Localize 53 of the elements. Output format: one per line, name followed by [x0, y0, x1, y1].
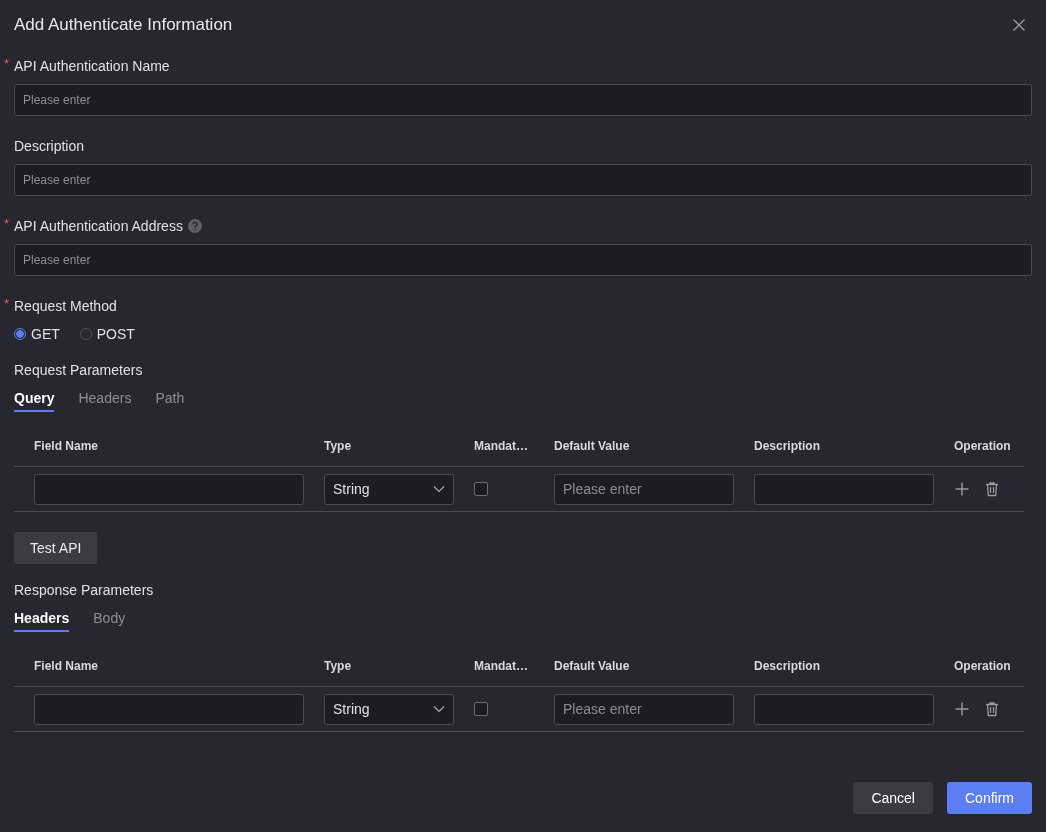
tab[interactable]: Headers: [14, 606, 70, 632]
tab[interactable]: Headers: [78, 386, 132, 412]
tab[interactable]: Body: [93, 606, 126, 632]
tab[interactable]: Path: [155, 386, 185, 412]
section-label: Request Parameters: [14, 362, 143, 378]
column-header: Description: [754, 439, 820, 453]
description-input[interactable]: [754, 693, 934, 725]
description-input[interactable]: [754, 473, 934, 505]
required-asterisk: *: [4, 216, 10, 231]
text-input[interactable]: Please enter: [14, 164, 1032, 196]
column-header: Default Value: [554, 439, 630, 453]
field-label: API Authentication Name: [14, 58, 170, 74]
mandatory-checkbox[interactable]: [474, 482, 488, 496]
column-header: Mandat…: [474, 659, 528, 673]
close-icon[interactable]: [1012, 18, 1026, 32]
required-asterisk: *: [4, 56, 10, 71]
column-header: Mandat…: [474, 439, 528, 453]
type-select[interactable]: String: [324, 473, 454, 505]
column-header: Default Value: [554, 659, 630, 673]
field-name-input[interactable]: [34, 473, 304, 505]
type-select[interactable]: String: [324, 693, 454, 725]
dialog-title: Add Authenticate Information: [14, 15, 233, 35]
add-icon[interactable]: [954, 701, 970, 717]
column-header: Field Name: [34, 659, 99, 673]
default-value-input[interactable]: Please enter: [554, 693, 734, 725]
radio-option[interactable]: POST: [79, 326, 135, 342]
column-header: Operation: [954, 439, 1011, 453]
cancel-button[interactable]: Cancel: [853, 782, 933, 814]
radio-option[interactable]: GET: [14, 326, 60, 342]
field-label: API Authentication Address: [14, 218, 183, 234]
add-icon[interactable]: [954, 481, 970, 497]
trash-icon[interactable]: [984, 701, 1000, 717]
trash-icon[interactable]: [984, 481, 1000, 497]
section-label: Response Parameters: [14, 582, 154, 598]
text-input[interactable]: Please enter: [14, 244, 1032, 276]
test-api-button[interactable]: Test API: [14, 532, 98, 564]
column-header: Description: [754, 659, 820, 673]
default-value-input[interactable]: Please enter: [554, 473, 734, 505]
chevron-down-icon: [433, 485, 445, 493]
column-header: Field Name: [34, 439, 99, 453]
required-asterisk: *: [4, 296, 10, 311]
field-label: Request Method: [14, 298, 117, 314]
chevron-down-icon: [433, 705, 445, 713]
mandatory-checkbox[interactable]: [474, 702, 488, 716]
confirm-button[interactable]: Confirm: [947, 782, 1032, 814]
column-header: Operation: [954, 659, 1011, 673]
column-header: Type: [324, 659, 352, 673]
help-icon[interactable]: [187, 219, 202, 233]
field-label: Description: [14, 138, 85, 154]
text-input[interactable]: Please enter: [14, 84, 1032, 116]
tab[interactable]: Query: [14, 386, 55, 412]
field-name-input[interactable]: [34, 693, 304, 725]
column-header: Type: [324, 439, 352, 453]
